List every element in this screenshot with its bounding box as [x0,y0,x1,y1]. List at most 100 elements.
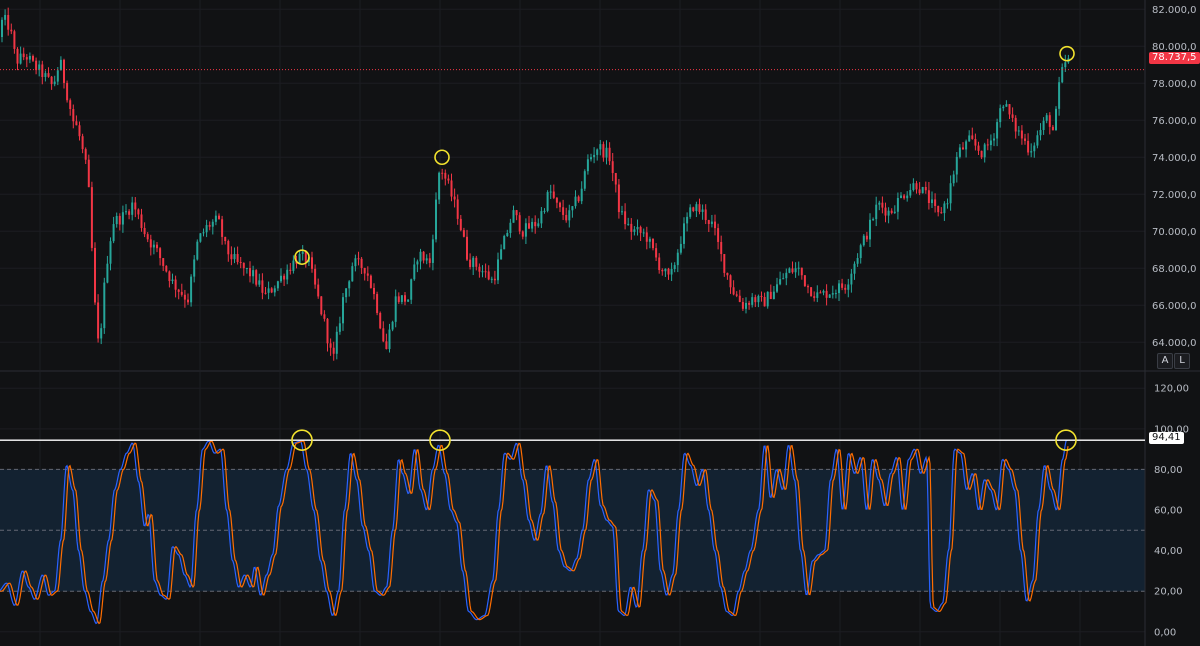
candle-body [205,225,208,233]
candle-body [438,172,441,200]
candle-body [906,195,909,199]
candle-body [363,267,366,274]
candle-body [230,254,233,260]
last-price-label: 78.737,5 [1149,52,1200,64]
candle-body [989,140,992,146]
candle-body [280,275,282,282]
candle-body [345,288,348,298]
candle-body [962,147,964,150]
candle-body [683,223,685,244]
candle-body [590,157,592,160]
candle-body [710,221,713,224]
price-tick-label: 74.000,0 [1152,153,1197,164]
candle-body [624,211,627,225]
candle-body [466,236,468,260]
candle-body [81,136,84,150]
candle-body [636,226,639,230]
candle-body [720,241,723,255]
candle-body [162,258,165,266]
candle-body [639,226,642,233]
candle-body [326,318,329,344]
candle-body [261,280,264,293]
candle-body [180,291,183,295]
candle-body [692,207,695,212]
candle-body [707,220,710,224]
candle-body [847,284,850,290]
candle-body [208,225,211,227]
candle-body [143,228,146,235]
candle-body [568,210,571,221]
candle-body [630,223,633,232]
candle-body [865,235,868,240]
candle-body [819,292,822,294]
candle-body [828,294,831,298]
candle-body [652,238,654,249]
candle-body [410,279,413,300]
candle-body [528,223,530,229]
candle-body [1030,151,1033,153]
candle-body [490,278,493,280]
candle-body [50,76,53,85]
candle-body [255,270,258,285]
candle-body [72,109,75,122]
candle-body [723,254,726,273]
stoch-tick-label: 40,00 [1154,546,1183,557]
candle-body [397,296,400,302]
candle-body [487,271,490,280]
candle-body [75,121,78,126]
candle-body [382,328,385,342]
candle-body [25,57,28,60]
candle-body [1008,104,1011,115]
candle-body [875,204,878,220]
stoch-tick-label: 80,00 [1154,465,1183,476]
candle-body [1055,108,1057,131]
candle-body [456,199,459,219]
candle-body [971,135,974,139]
candle-body [853,263,856,274]
candle-body [214,215,217,222]
candle-body [738,295,741,302]
candle-body [472,257,475,268]
candle-body [128,211,131,215]
candle-body [118,215,121,225]
candle-body [633,229,636,232]
candle-body [965,141,968,150]
candle-body [856,258,859,264]
candle-body [943,203,946,214]
candle-body [810,287,813,297]
candle-body [90,187,93,248]
candle-body [221,219,224,237]
candle-body [862,235,865,246]
candle-body [509,222,512,233]
candle-body [896,198,899,212]
candle-body [453,196,456,200]
candle-body [608,147,611,162]
overbought-oversold-band [0,468,1145,592]
candle-body [171,279,174,282]
auto-scale-button[interactable]: A [1157,353,1173,369]
candle-body [190,276,193,303]
candle-body [1064,62,1067,68]
candle-body [794,268,797,273]
candle-body [348,281,351,289]
candle-body [7,14,10,30]
candle-body [53,81,56,85]
candle-body [239,261,242,263]
candle-body [757,295,760,303]
price-tick-label: 72.000,0 [1152,190,1197,201]
price-tick-label: 76.000,0 [1152,116,1197,127]
candle-body [695,204,698,212]
candle-body [776,284,778,292]
candle-body [655,248,658,258]
candle-body [369,275,372,288]
candle-body [404,295,406,302]
candle-body [252,270,255,277]
candle-body [428,258,431,263]
log-scale-button[interactable]: L [1174,353,1190,369]
trading-chart: 64.000,0 66.000,0 68.000,0 70.000,0 72.000,0… [0,0,1200,646]
candle-body [729,275,732,288]
candle-body [850,273,853,285]
candle-body [78,125,81,137]
candle-body [745,302,747,309]
candle-body [407,299,410,302]
